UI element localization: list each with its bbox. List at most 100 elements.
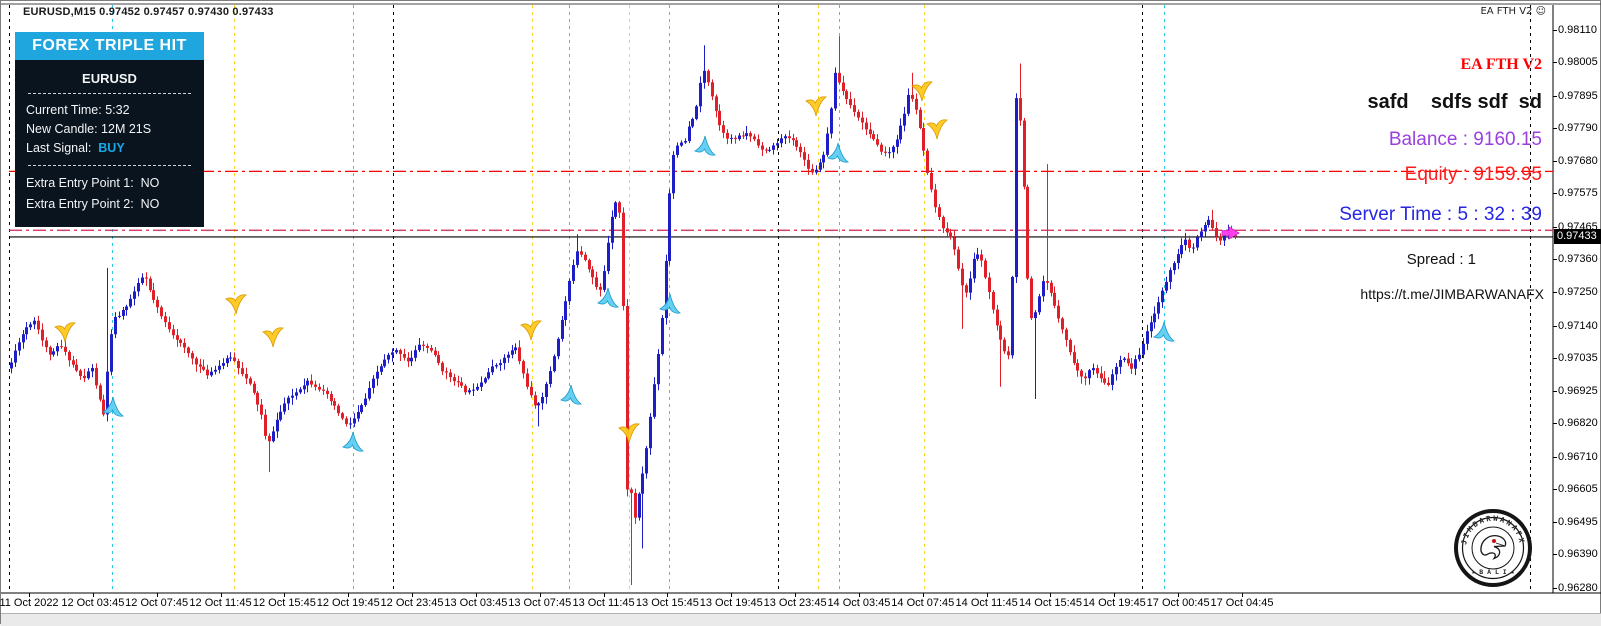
candle: [576, 234, 579, 268]
candle: [422, 340, 425, 352]
buy-arrow-icon[interactable]: [694, 135, 716, 156]
candle: [484, 376, 487, 384]
sell-arrow-icon[interactable]: [262, 327, 284, 348]
candle: [260, 398, 263, 420]
sell-arrow-icon[interactable]: [225, 294, 247, 315]
candle: [60, 339, 63, 349]
candle: [133, 286, 136, 306]
candle: [272, 426, 275, 443]
candle: [1134, 355, 1137, 376]
candle: [160, 305, 163, 320]
panel-last-signal: Last Signal: BUY: [26, 139, 193, 158]
candle: [1107, 377, 1110, 387]
candle: [214, 365, 217, 375]
candle: [460, 377, 463, 388]
candle: [541, 392, 544, 410]
candle: [172, 324, 175, 339]
candle: [1157, 296, 1160, 320]
candle: [730, 134, 733, 144]
price-axis-label: 0.97360: [1558, 252, 1598, 265]
candle: [364, 393, 367, 407]
candle: [1192, 243, 1195, 254]
candle: [511, 345, 514, 359]
candle: [784, 134, 787, 145]
price-axis-label: 0.96710: [1558, 450, 1598, 463]
candle: [1127, 352, 1130, 367]
buy-arrow-icon[interactable]: [827, 142, 849, 163]
candle: [318, 383, 321, 392]
candle: [922, 122, 925, 156]
candle: [799, 143, 802, 158]
hud-server-time: Server Time : 5 : 32 : 39: [1339, 204, 1542, 225]
candle: [1046, 164, 1049, 290]
candle: [1096, 364, 1099, 378]
candle: [834, 67, 837, 111]
candle: [1076, 359, 1079, 377]
candle: [403, 348, 406, 361]
candle: [445, 367, 448, 380]
candle: [984, 258, 987, 280]
candle: [52, 348, 55, 357]
price-axis-label: 0.98110: [1558, 24, 1597, 36]
candle: [1115, 363, 1118, 381]
candle: [372, 375, 375, 394]
extra-entry-2-value: NO: [140, 197, 160, 211]
candle: [72, 355, 75, 368]
candle: [75, 358, 78, 373]
candle: [772, 142, 775, 155]
candle: [907, 88, 910, 117]
candle: [1026, 184, 1029, 281]
candle: [792, 133, 795, 146]
candle: [680, 140, 683, 147]
extra-entry-2-label: Extra Entry Point 2:: [26, 197, 141, 211]
buy-arrow-icon[interactable]: [659, 293, 681, 314]
candle: [588, 258, 591, 273]
candle: [1030, 276, 1033, 321]
candle: [376, 365, 379, 386]
candle: [630, 487, 633, 585]
time-axis-label: 13 Oct 03:45: [444, 597, 508, 609]
sell-arrow-icon[interactable]: [911, 81, 933, 102]
candle: [676, 142, 679, 158]
candle: [99, 383, 102, 402]
candle: [430, 344, 433, 353]
candle: [168, 316, 171, 333]
candle: [869, 122, 872, 139]
price-axis-label: 0.96495: [1558, 516, 1598, 529]
candle: [41, 323, 44, 347]
candle: [684, 138, 687, 144]
buy-arrow-icon[interactable]: [1153, 321, 1175, 342]
candle: [1088, 368, 1091, 385]
candle: [68, 350, 71, 367]
candle: [487, 367, 490, 380]
sell-arrow-icon[interactable]: [520, 320, 542, 341]
candle: [738, 133, 741, 141]
candle: [183, 338, 186, 354]
candle: [919, 107, 922, 130]
sell-arrow-icon[interactable]: [54, 322, 76, 343]
candle: [537, 401, 540, 427]
candle: [1111, 369, 1114, 391]
candle: [22, 330, 25, 349]
candle: [1207, 215, 1210, 228]
candle: [314, 380, 317, 391]
candlestick-chart[interactable]: JIMBARWANAFX★ B A L I ★: [1, 1, 1601, 625]
price-axis-label: 0.98005: [1558, 56, 1598, 69]
candle: [718, 104, 721, 131]
candle: [345, 416, 348, 427]
candle: [568, 278, 571, 306]
time-axis-label: 14 Oct 03:45: [827, 597, 891, 609]
chart-title: EURUSD,M15 0.97452 0.97457 0.97430 0.974…: [23, 6, 274, 18]
candle: [518, 340, 521, 365]
candle: [152, 282, 155, 304]
sell-arrow-icon[interactable]: [805, 96, 827, 117]
candle: [1038, 293, 1041, 315]
time-axis-label: 13 Oct 11:45: [572, 597, 635, 609]
sell-arrow-icon[interactable]: [926, 119, 948, 140]
candle: [276, 412, 279, 438]
buy-arrow-icon[interactable]: [560, 384, 582, 405]
panel-current-time: Current Time: 5:32: [26, 101, 193, 120]
hud-note-text: safd sdfs sdf sd: [1367, 91, 1542, 113]
telegram-link[interactable]: https://t.me/JIMBARWANAFX: [1360, 286, 1544, 302]
price-axis-label: 0.97140: [1558, 319, 1598, 332]
